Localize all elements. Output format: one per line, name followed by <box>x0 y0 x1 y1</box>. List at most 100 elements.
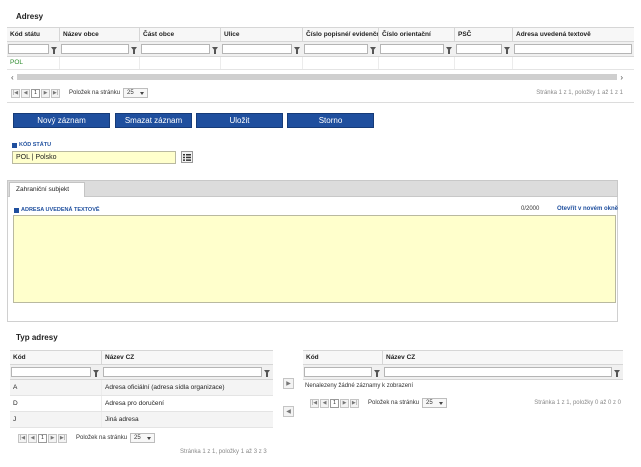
cell-code: J <box>10 412 102 427</box>
last-page-icon[interactable]: ▶| <box>58 433 67 443</box>
per-page-value: 25 <box>426 400 433 406</box>
filter-icon[interactable] <box>444 44 453 54</box>
filter-icon[interactable] <box>372 367 381 377</box>
address-section-title: Adresy <box>16 12 44 21</box>
next-page-icon[interactable]: ▶ <box>48 433 57 443</box>
cell-country-code: POL <box>7 57 60 69</box>
filter-street-input[interactable] <box>222 44 292 54</box>
col-postal-code[interactable]: PSČ <box>455 28 513 41</box>
move-left-icon[interactable]: ◀ <box>283 406 294 417</box>
info-icon <box>14 207 19 213</box>
col-name-cz[interactable]: Název CZ <box>383 351 623 364</box>
prev-page-icon[interactable]: ◀ <box>28 433 37 443</box>
col-house-number[interactable]: Číslo popisné/ evidenční <box>303 28 379 41</box>
scroll-track[interactable] <box>16 74 618 80</box>
save-button[interactable]: Uložit <box>196 113 283 128</box>
filter-municipality-part-input[interactable] <box>141 44 210 54</box>
filter-name-input[interactable] <box>384 367 612 377</box>
address-type-available-grid: Kód Název CZ A Adresa oficiální (adresa … <box>10 350 273 428</box>
filter-code-input[interactable] <box>304 367 372 377</box>
delete-record-button[interactable]: Smazat záznam <box>115 113 192 128</box>
current-page[interactable]: 1 <box>38 433 47 443</box>
address-grid: Kód státu Název obce Část obce Ulice Čís… <box>7 27 634 70</box>
scroll-left-icon[interactable]: ‹ <box>11 73 14 82</box>
col-municipality[interactable]: Název obce <box>60 28 140 41</box>
filter-icon[interactable] <box>91 367 100 377</box>
selected-filter-row <box>303 365 623 380</box>
prev-page-icon[interactable]: ◀ <box>21 88 30 98</box>
last-page-icon[interactable]: ▶| <box>350 398 359 408</box>
per-page-label: Položek na stránku <box>69 90 121 96</box>
col-street[interactable]: Ulice <box>221 28 303 41</box>
last-page-icon[interactable]: ▶| <box>51 88 60 98</box>
prev-page-icon[interactable]: ◀ <box>320 398 329 408</box>
filter-postal-code-input[interactable] <box>456 44 502 54</box>
cell-code: D <box>10 396 102 411</box>
filter-icon[interactable] <box>502 44 511 54</box>
per-page-select[interactable]: 25 <box>130 433 155 443</box>
horizontal-scrollbar[interactable]: ‹ › <box>11 73 623 82</box>
filter-icon[interactable] <box>210 44 219 54</box>
table-row[interactable]: D Adresa pro doručení <box>10 396 273 412</box>
filter-icon[interactable] <box>49 44 58 54</box>
per-page-value: 25 <box>134 435 141 441</box>
current-page[interactable]: 1 <box>330 398 339 408</box>
first-page-icon[interactable]: |◀ <box>310 398 319 408</box>
chevron-down-icon <box>139 91 144 95</box>
available-pager: |◀ ◀ 1 ▶ ▶| Položek na stránku 25 <box>18 433 273 443</box>
filter-country-code-input[interactable] <box>8 44 49 54</box>
first-page-icon[interactable]: |◀ <box>11 88 20 98</box>
cell-house-number <box>303 57 379 69</box>
text-address-textarea[interactable] <box>13 215 616 303</box>
col-code[interactable]: Kód <box>10 351 102 364</box>
per-page-label: Položek na stránku <box>76 435 128 441</box>
col-text-address[interactable]: Adresa uvedená textově <box>513 28 634 41</box>
next-page-icon[interactable]: ▶ <box>340 398 349 408</box>
address-type-title: Typ adresy <box>16 333 58 342</box>
first-page-icon[interactable]: |◀ <box>18 433 27 443</box>
list-picker-button[interactable] <box>181 151 193 163</box>
col-country-code[interactable]: Kód státu <box>7 28 60 41</box>
table-row[interactable]: J Jiná adresa <box>10 412 273 428</box>
filter-house-number-input[interactable] <box>304 44 368 54</box>
divider <box>7 102 634 103</box>
next-page-icon[interactable]: ▶ <box>41 88 50 98</box>
available-filter-row <box>10 365 273 380</box>
text-address-label-text: ADRESA UVEDENÁ TEXTOVĚ <box>21 207 100 213</box>
filter-orientation-number-input[interactable] <box>380 44 444 54</box>
move-right-icon[interactable]: ▶ <box>283 378 294 389</box>
empty-message: Nenalezeny žádné záznamy k zobrazení <box>305 383 414 389</box>
current-page[interactable]: 1 <box>31 88 40 98</box>
filter-icon[interactable] <box>262 367 271 377</box>
col-orientation-number[interactable]: Číslo orientační <box>379 28 455 41</box>
col-municipality-part[interactable]: Část obce <box>140 28 221 41</box>
cell-name: Adresa pro doručení <box>105 400 164 407</box>
filter-code-input[interactable] <box>11 367 91 377</box>
cell-text-address <box>513 57 634 69</box>
scroll-right-icon[interactable]: › <box>620 73 623 82</box>
filter-municipality-input[interactable] <box>61 44 129 54</box>
tab-foreign-subject[interactable]: Zahraniční subjekt <box>9 182 85 197</box>
table-row[interactable]: A Adresa oficiální (adresa sídla organiz… <box>10 380 273 396</box>
per-page-select[interactable]: 25 <box>123 88 148 98</box>
filter-name-input[interactable] <box>103 367 262 377</box>
per-page-select[interactable]: 25 <box>422 398 447 408</box>
filter-icon[interactable] <box>292 44 301 54</box>
filter-icon[interactable] <box>368 44 377 54</box>
country-code-label-text: KÓD STÁTU <box>19 142 52 148</box>
filter-icon[interactable] <box>129 44 138 54</box>
cell-name: Jiná adresa <box>105 416 139 423</box>
cell-street <box>221 57 303 69</box>
new-record-button[interactable]: Nový záznam <box>13 113 110 128</box>
country-code-input[interactable]: POL | Polsko <box>12 151 176 164</box>
char-counter: 0/2000 <box>521 206 540 212</box>
filter-text-address-input[interactable] <box>514 44 632 54</box>
per-page-value: 25 <box>127 90 134 96</box>
col-code[interactable]: Kód <box>303 351 383 364</box>
table-row[interactable]: POL <box>7 57 634 70</box>
open-new-window-link[interactable]: Otevřít v novém okně <box>557 206 618 212</box>
cancel-button[interactable]: Storno <box>287 113 374 128</box>
filter-icon[interactable] <box>612 367 621 377</box>
chevron-down-icon <box>146 436 151 440</box>
col-name-cz[interactable]: Název CZ <box>102 351 273 364</box>
